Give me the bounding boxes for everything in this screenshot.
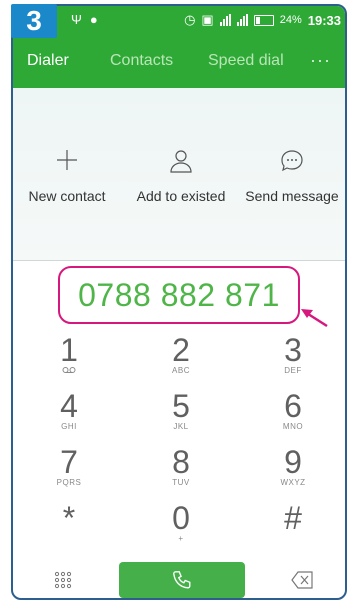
dialpad-toggle-icon[interactable] bbox=[53, 570, 73, 590]
key-star-symbol: * bbox=[62, 500, 76, 536]
key-9-letters: WXYZ bbox=[280, 478, 306, 487]
plus-icon bbox=[13, 148, 122, 182]
key-6[interactable]: 6 MNO bbox=[238, 388, 345, 432]
key-hash[interactable]: # bbox=[238, 500, 345, 536]
dialed-number-highlight: 0788 882 871 bbox=[58, 266, 300, 324]
clock: 19:33 bbox=[307, 12, 341, 28]
status-bar: Ψ ● ◷ ▣ 24% 19:33 bbox=[13, 6, 345, 36]
key-8-digit: 8 bbox=[172, 444, 190, 480]
key-9-digit: 9 bbox=[284, 444, 302, 480]
dialer-actions bbox=[13, 562, 345, 598]
quick-actions: New contact Add to existed Send message bbox=[13, 88, 345, 260]
tab-bar: Dialer Contacts Speed dial ··· bbox=[13, 36, 345, 88]
key-0-digit: 0 bbox=[172, 500, 190, 536]
battery-percent: 24% bbox=[279, 14, 302, 26]
usb-icon: Ψ bbox=[71, 12, 82, 27]
dialed-number[interactable]: 0788 882 871 bbox=[60, 268, 298, 322]
key-3-letters: DEF bbox=[284, 366, 302, 375]
tab-dialer[interactable]: Dialer bbox=[27, 52, 69, 70]
add-to-existed-label: Add to existed bbox=[136, 188, 226, 204]
signal-1-icon bbox=[219, 14, 231, 26]
key-9[interactable]: 9 WXYZ bbox=[238, 444, 345, 488]
key-4-letters: GHI bbox=[61, 422, 77, 431]
divider bbox=[13, 260, 345, 261]
key-2-letters: ABC bbox=[172, 366, 190, 375]
key-1-digit: 1 bbox=[60, 332, 78, 368]
tab-speed-dial[interactable]: Speed dial bbox=[208, 52, 284, 70]
tab-contacts[interactable]: Contacts bbox=[110, 52, 173, 70]
key-6-digit: 6 bbox=[284, 388, 302, 424]
add-to-existed-button[interactable]: Add to existed bbox=[126, 148, 236, 204]
key-3-digit: 3 bbox=[284, 332, 302, 368]
key-0-plus: + bbox=[178, 534, 184, 543]
key-5[interactable]: 5 JKL bbox=[126, 390, 236, 432]
pointer-arrow-icon bbox=[301, 309, 328, 328]
more-menu-icon[interactable]: ··· bbox=[310, 50, 331, 71]
key-3[interactable]: 3 DEF bbox=[238, 332, 345, 376]
vibrate-icon: ▣ bbox=[201, 12, 214, 27]
key-6-letters: MNO bbox=[282, 422, 304, 431]
key-7[interactable]: 7 PQRS bbox=[14, 446, 124, 488]
send-message-label: Send message bbox=[245, 188, 339, 204]
key-1[interactable]: 1 bbox=[14, 334, 124, 376]
key-4-digit: 4 bbox=[60, 388, 78, 424]
android-icon: ● bbox=[89, 12, 98, 27]
phone-frame: Ψ ● ◷ ▣ 24% 19:33 Dialer Contacts Speed … bbox=[11, 4, 347, 600]
key-2[interactable]: 2 ABC bbox=[126, 334, 236, 376]
key-7-letters: PQRS bbox=[56, 478, 82, 487]
key-5-letters: JKL bbox=[173, 422, 189, 431]
send-message-button[interactable]: Send message bbox=[237, 148, 345, 204]
key-4[interactable]: 4 GHI bbox=[14, 390, 124, 432]
status-right: ◷ ▣ 24% 19:33 bbox=[184, 12, 341, 28]
notification-icons: Ψ ● bbox=[71, 12, 98, 27]
message-icon bbox=[237, 148, 345, 182]
call-button[interactable] bbox=[119, 562, 245, 598]
key-7-digit: 7 bbox=[60, 444, 78, 480]
key-2-digit: 2 bbox=[172, 332, 190, 368]
alarm-icon: ◷ bbox=[184, 12, 196, 27]
key-8-letters: TUV bbox=[172, 478, 190, 487]
battery-icon bbox=[253, 14, 274, 26]
signal-2-icon bbox=[236, 14, 248, 26]
key-5-digit: 5 bbox=[172, 388, 190, 424]
phone-icon bbox=[173, 571, 191, 589]
step-number-badge: 3 bbox=[11, 4, 57, 38]
key-star[interactable]: * bbox=[14, 502, 124, 534]
key-hash-symbol: # bbox=[284, 500, 302, 536]
backspace-icon[interactable] bbox=[291, 571, 313, 589]
key-8[interactable]: 8 TUV bbox=[126, 446, 236, 488]
new-contact-label: New contact bbox=[28, 188, 106, 204]
new-contact-button[interactable]: New contact bbox=[13, 148, 122, 204]
person-icon bbox=[126, 148, 236, 182]
key-0[interactable]: 0 + bbox=[126, 502, 236, 544]
voicemail-icon bbox=[14, 366, 124, 376]
